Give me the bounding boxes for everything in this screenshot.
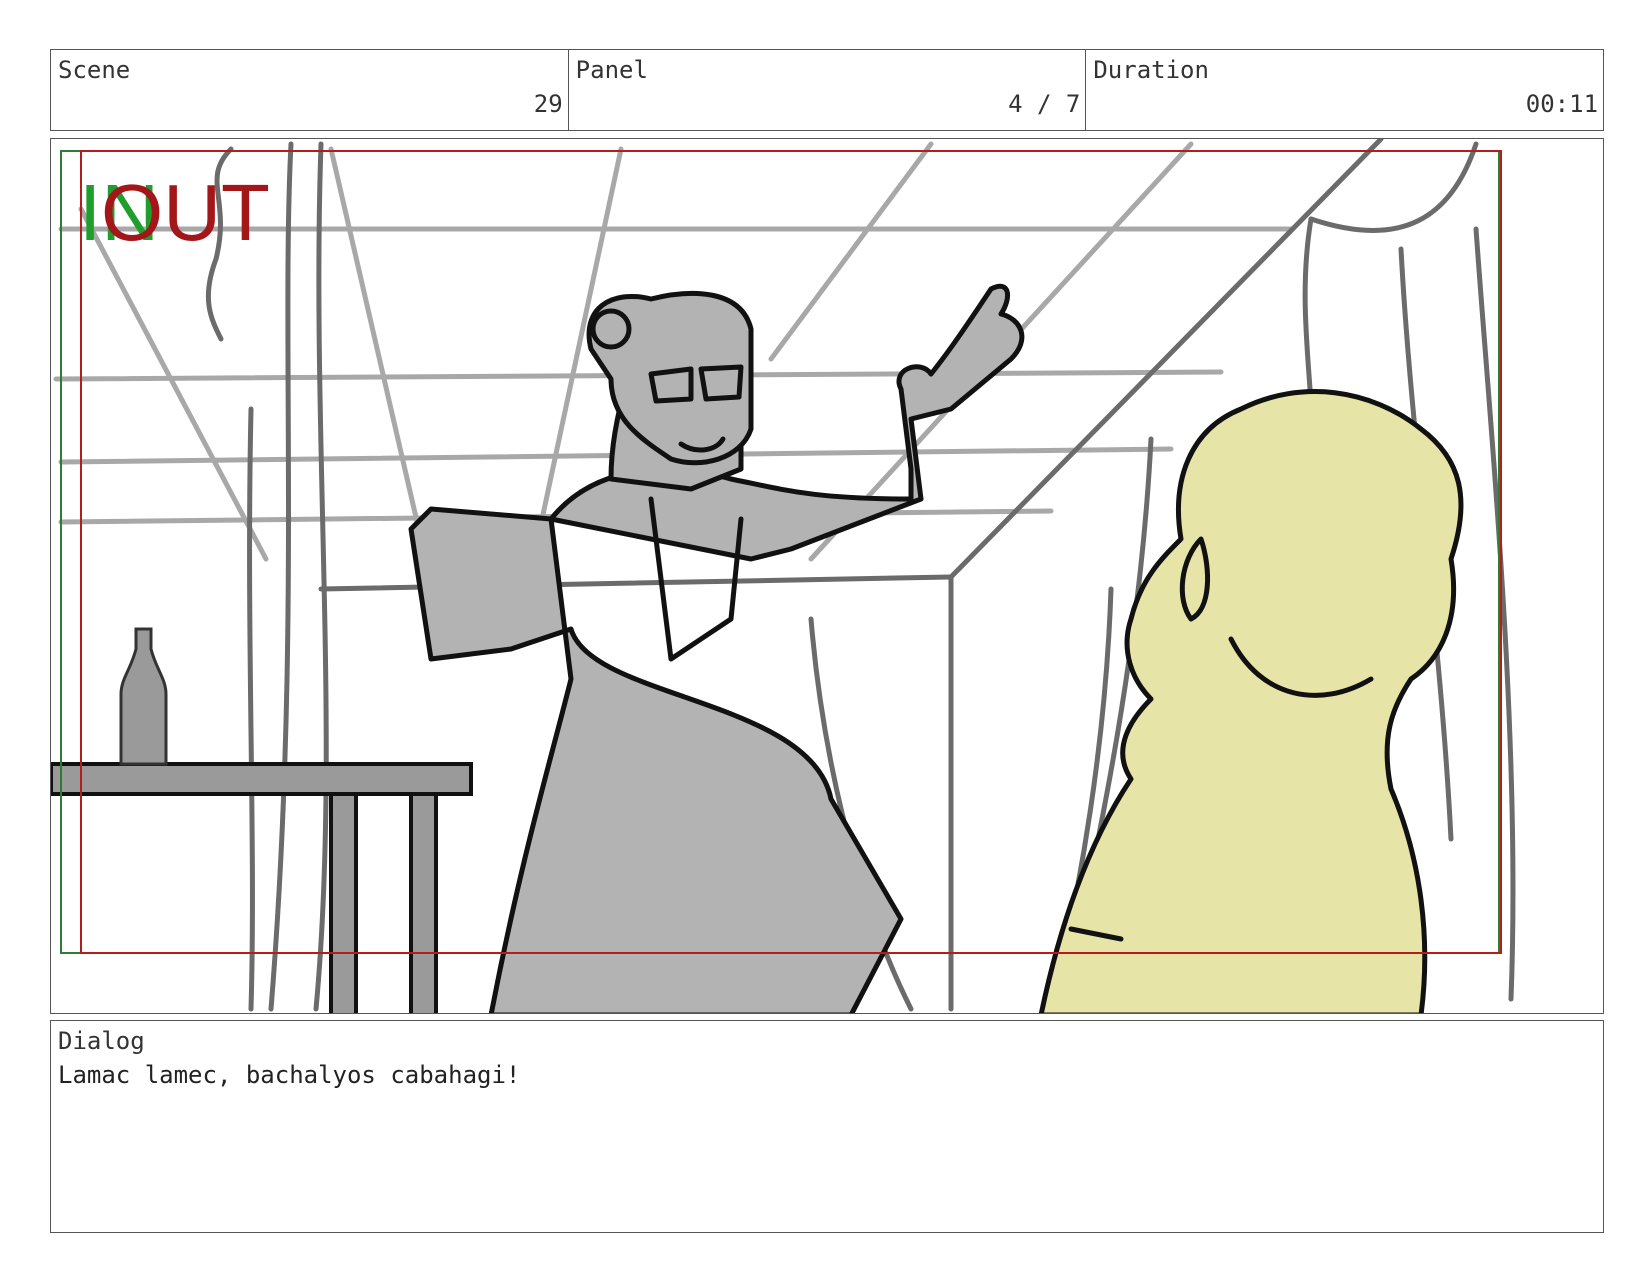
table-with-bottle	[51, 627, 473, 1013]
storyboard-frame: IN OUT	[50, 138, 1604, 1014]
duration-label: Duration	[1093, 56, 1209, 84]
duration-value: 00:11	[1525, 90, 1599, 118]
frame-sketch	[51, 139, 1516, 1013]
panel-label: Panel	[575, 56, 648, 84]
scene-number: 29	[533, 90, 563, 118]
scene-cell: Scene 29	[51, 50, 568, 130]
scene-label: Scene	[58, 56, 131, 84]
standing-character	[408, 284, 1025, 1013]
dialog-box: Dialog Lamac lamec, bachalyos cabahagi!	[50, 1020, 1604, 1233]
panel-cell: Panel 4 / 7	[567, 50, 1086, 130]
panel-number: 4 / 7	[1008, 90, 1081, 118]
dialog-text: Lamac lamec, bachalyos cabahagi!	[58, 1061, 521, 1089]
dialog-label: Dialog	[58, 1027, 145, 1055]
out-marker: OUT	[101, 168, 270, 257]
panel-info-header: Scene 29 Panel 4 / 7 Duration 00:11	[50, 49, 1604, 131]
duration-cell: Duration 00:11	[1085, 50, 1603, 130]
